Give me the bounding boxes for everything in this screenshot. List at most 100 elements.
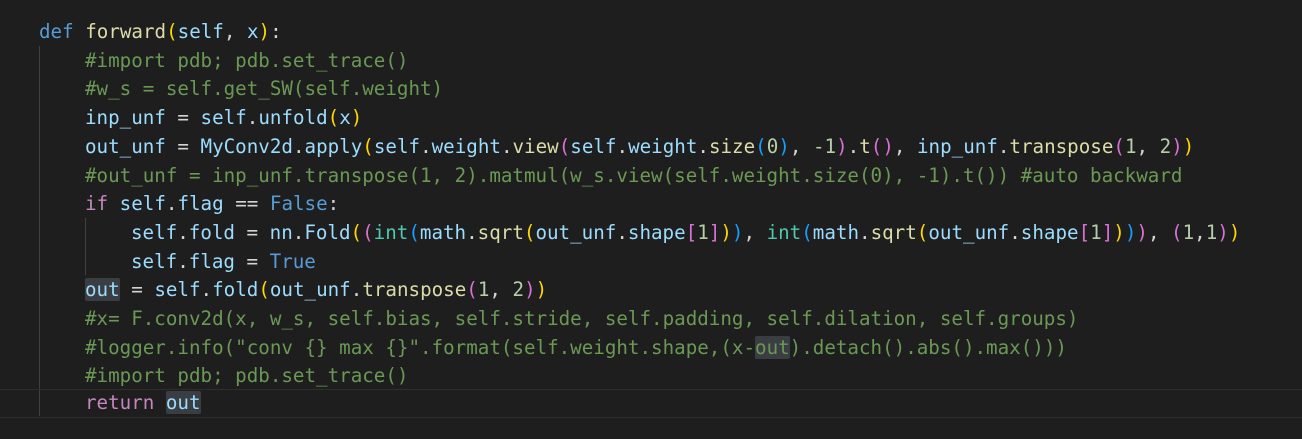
code-token: transpose [362,278,467,302]
code-token: = [165,134,201,158]
code-line[interactable]: #w_s = self.get_SW(self.weight) [0,75,1302,104]
code-token: self [373,134,421,158]
code-line[interactable]: #x= F.conv2d(x, w_s, self.bias, self.str… [0,305,1302,334]
code-token: int [766,220,802,244]
code-text: self.flag = True [131,248,316,277]
code-token: . [246,106,259,130]
code-text: inp_unf = self.unfold(x) [85,104,362,133]
code-token: out_unf [535,220,617,244]
code-text: #import pdb; pdb.set_trace() [85,47,408,76]
code-token: : [270,20,282,43]
code-token: ).detach().abs().max())) [789,335,1067,359]
code-token: sqrt [477,220,524,244]
code-token: ( [466,278,478,302]
code-token: , [743,220,767,244]
code-token: . [616,134,629,158]
code-token: self [119,192,166,216]
code-token: 0 [766,134,779,158]
code-token: . [847,134,860,158]
code-token: ( [558,134,571,158]
code-line[interactable]: #out_unf = inp_unf.transpose(1, 2).matmu… [0,162,1302,191]
highlighted-token: out [85,278,120,302]
code-token: , [893,134,917,158]
code-token: 1 [697,220,709,244]
code-token: Fold [304,220,351,244]
code-token: . [292,134,305,158]
code-token: . [697,134,709,158]
code-line[interactable]: def forward(self, x): [0,18,1302,47]
code-line[interactable]: #import pdb; pdb.set_trace() [0,47,1302,76]
code-line[interactable]: out_unf = MyConv2d.apply(self.weight.vie… [0,133,1302,162]
code-token: ( [1171,220,1183,244]
code-token: , [1194,220,1206,244]
code-token: x [339,106,351,130]
code-line[interactable]: self.flag = True [0,248,1302,277]
code-token: #x= F.conv2d(x, w_s, self.bias, self.str… [85,307,1079,330]
code-token: -1 [812,134,837,158]
code-line[interactable]: return out [0,389,1302,418]
code-token: , [489,278,513,302]
code-token: inp_unf [85,106,166,130]
code-token: flag [177,192,224,216]
code-token: #w_s = self.get_SW(self.weight) [85,77,444,101]
code-text: out_unf = MyConv2d.apply(self.weight.vie… [85,133,1194,162]
code-token: 1 [1090,220,1102,244]
code-token: if [85,192,109,216]
code-line[interactable]: #import pdb; pdb.set_trace() [0,362,1302,391]
code-token: ( [166,20,178,43]
code-token: ( [362,134,374,158]
code-token: fold [188,220,235,244]
code-token: ( [916,220,929,244]
code-token: #out_unf = inp_unf.transpose(1, 2).matmu… [85,163,1183,187]
code-token: , [1147,220,1172,244]
code-token: out_unf [85,134,166,158]
code-token: 2 [512,278,525,302]
code-token: flag [188,249,235,273]
code-token: 2 [1159,134,1172,158]
code-token: sqrt [870,220,917,244]
code-token: weight [431,134,501,158]
code-token: ) [882,134,894,158]
code-token: 1 [477,278,490,302]
code-token: ) [1217,220,1229,244]
code-token: self [200,106,247,130]
code-token: . [292,220,305,244]
code-token: int [373,220,409,244]
code-token: ) [535,278,548,302]
code-line[interactable]: self.fold = nn.Fold((int(math.sqrt(out_u… [0,219,1302,248]
code-token: ) [836,134,848,158]
code-token: nn [269,220,293,244]
code-token: size [708,134,756,158]
code-token: . [859,220,871,244]
code-line[interactable]: #logger.info("conv {} max {}".format(sel… [0,334,1302,363]
highlighted-token: out [165,391,201,414]
code-token: fold [212,278,259,302]
code-token: #import pdb; pdb.set_trace() [85,48,409,72]
code-text: out = self.fold(out_unf.transpose(1, 2)) [85,276,547,305]
code-editor[interactable]: def forward(self, x): #import pdb; pdb.s… [0,0,1302,439]
code-text: return out [85,389,201,418]
code-token: . [500,134,513,158]
code-token: ] [708,220,721,244]
code-token: MyConv2d [200,134,293,158]
code-token: . [165,192,178,216]
code-token: ) [1124,220,1137,244]
code-token: self [177,20,224,43]
code-token: ( [258,278,270,302]
code-line[interactable]: if self.flag == False: [0,190,1302,219]
code-token: . [350,278,363,302]
code-token: self [131,220,178,244]
code-line[interactable]: inp_unf = self.unfold(x) [0,104,1302,133]
code-line[interactable]: out = self.fold(out_unf.transpose(1, 2)) [0,276,1302,305]
code-token: . [466,220,478,244]
code-token: weight [628,134,698,158]
code-token: x [246,20,259,43]
code-token: def [39,20,74,43]
code-text: #import pdb; pdb.set_trace() [85,362,408,391]
code-text: if self.flag == False: [85,190,339,219]
code-token: ) [1171,134,1183,158]
code-text: #x= F.conv2d(x, w_s, self.bias, self.str… [85,305,1078,334]
code-token: = [165,106,201,130]
